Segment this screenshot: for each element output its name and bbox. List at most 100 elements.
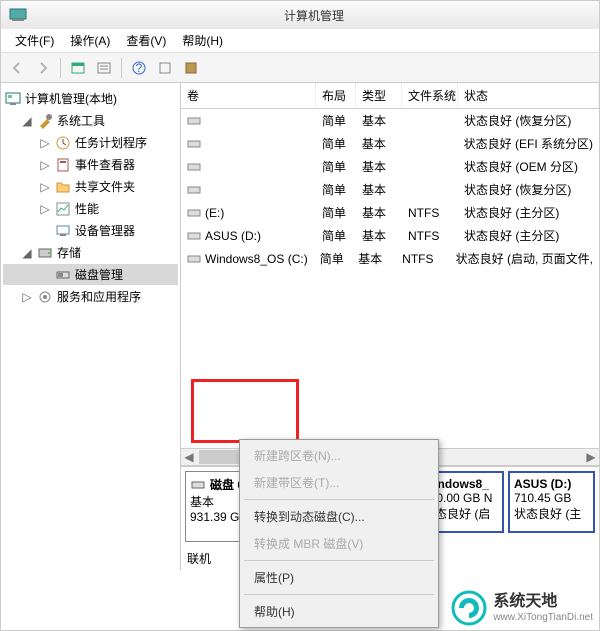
tree-devmgr[interactable]: 设备管理器 xyxy=(3,220,178,241)
tree-services[interactable]: ▷ 服务和应用程序 xyxy=(3,286,178,307)
scroll-left-icon[interactable]: ◀ xyxy=(181,449,197,465)
col-status[interactable]: 状态 xyxy=(458,83,599,108)
tree-storage[interactable]: ◢ 存储 xyxy=(3,242,178,263)
vol-layout: 简单 xyxy=(316,224,356,247)
separator xyxy=(244,560,434,561)
drive-icon xyxy=(187,114,201,128)
vol-name: (E:) xyxy=(205,206,224,220)
disk-icon xyxy=(55,267,71,283)
tree-shared-label: 共享文件夹 xyxy=(75,178,135,195)
tree-event[interactable]: ▷ 事件查看器 xyxy=(3,154,178,175)
tree-storage-label: 存储 xyxy=(57,244,81,261)
vol-layout: 简单 xyxy=(314,247,352,270)
menu-view[interactable]: 查看(V) xyxy=(120,30,172,51)
vol-layout: 简单 xyxy=(316,178,356,201)
folder-icon xyxy=(55,179,71,195)
drive-icon xyxy=(187,206,201,220)
event-icon xyxy=(55,157,71,173)
collapse-icon[interactable]: ▷ xyxy=(39,202,51,216)
vol-fs: NTFS xyxy=(396,247,449,270)
refresh-button[interactable] xyxy=(92,56,116,80)
drive-icon xyxy=(187,252,201,266)
collapse-icon[interactable]: ▷ xyxy=(39,136,51,150)
forward-button xyxy=(31,56,55,80)
toolbar: ? xyxy=(1,53,599,83)
separator xyxy=(121,58,122,78)
help-button[interactable]: ? xyxy=(127,56,151,80)
tree-systools[interactable]: ◢ 系统工具 xyxy=(3,110,178,131)
vol-status: 状态良好 (EFI 系统分区) xyxy=(458,132,599,155)
tree-event-label: 事件查看器 xyxy=(75,156,135,173)
expand-icon[interactable]: ◢ xyxy=(21,246,33,260)
col-layout[interactable]: 布局 xyxy=(316,83,356,108)
vol-layout: 简单 xyxy=(316,201,356,224)
back-button xyxy=(5,56,29,80)
disk-online: 联机 xyxy=(187,550,211,567)
tree-services-label: 服务和应用程序 xyxy=(57,288,141,305)
properties-button[interactable] xyxy=(179,56,203,80)
action-button[interactable] xyxy=(153,56,177,80)
vol-status: 状态良好 (主分区) xyxy=(458,201,599,224)
vol-layout: 简单 xyxy=(316,109,356,132)
collapse-icon[interactable]: ▷ xyxy=(39,158,51,172)
ctx-new-stripe: 新建带区卷(T)... xyxy=(240,469,438,496)
monitor-icon xyxy=(5,91,21,107)
volume-row[interactable]: (E:) 简单基本NTFS状态良好 (主分区) xyxy=(181,201,599,224)
partition-status: 状态良好 (主 xyxy=(514,507,581,521)
tree-perf[interactable]: ▷ 性能 xyxy=(3,198,178,219)
tree-diskmgmt[interactable]: 磁盘管理 xyxy=(3,264,178,285)
tree-root-label: 计算机管理(本地) xyxy=(25,90,117,107)
tree-devmgr-label: 设备管理器 xyxy=(75,222,135,239)
ctx-convert-dynamic[interactable]: 转换到动态磁盘(C)... xyxy=(240,503,438,530)
storage-icon xyxy=(37,245,53,261)
logo-icon xyxy=(451,590,487,626)
tools-icon xyxy=(37,113,53,129)
vol-type: 基本 xyxy=(356,224,402,247)
menu-file[interactable]: 文件(F) xyxy=(9,30,60,51)
vol-name: ASUS (D:) xyxy=(205,229,261,243)
drive-icon xyxy=(187,137,201,151)
svg-text:?: ? xyxy=(136,61,143,75)
vol-status: 状态良好 (启动, 页面文件, xyxy=(450,247,599,270)
volume-row[interactable]: 简单基本状态良好 (恢复分区) xyxy=(181,109,599,132)
tree-task[interactable]: ▷ 任务计划程序 xyxy=(3,132,178,153)
vol-fs xyxy=(402,109,458,132)
volume-row[interactable]: ASUS (D:)简单基本NTFS状态良好 (主分区) xyxy=(181,224,599,247)
tree-perf-label: 性能 xyxy=(75,200,99,217)
col-fs[interactable]: 文件系统 xyxy=(402,83,458,108)
ctx-convert-mbr: 转换成 MBR 磁盘(V) xyxy=(240,530,438,557)
view-button[interactable] xyxy=(66,56,90,80)
tree-root[interactable]: 计算机管理(本地) xyxy=(3,88,178,109)
vol-type: 基本 xyxy=(356,201,402,224)
col-type[interactable]: 类型 xyxy=(356,83,402,108)
vol-fs: NTFS xyxy=(402,201,458,224)
volume-row[interactable]: 简单基本状态良好 (EFI 系统分区) xyxy=(181,132,599,155)
context-menu: 新建跨区卷(N)... 新建带区卷(T)... 转换到动态磁盘(C)... 转换… xyxy=(239,439,439,628)
drive-icon xyxy=(187,183,201,197)
vol-fs: NTFS xyxy=(402,224,458,247)
col-volume[interactable]: 卷 xyxy=(181,83,316,108)
vol-type: 基本 xyxy=(356,109,402,132)
volume-row[interactable]: 简单基本状态良好 (OEM 分区) xyxy=(181,155,599,178)
volume-row[interactable]: Windows8_OS (C:)简单基本NTFS状态良好 (启动, 页面文件, xyxy=(181,247,599,270)
vol-layout: 简单 xyxy=(316,132,356,155)
drive-icon xyxy=(187,160,201,174)
ctx-help[interactable]: 帮助(H) xyxy=(240,598,438,625)
collapse-icon[interactable]: ▷ xyxy=(21,290,33,304)
collapse-icon[interactable]: ▷ xyxy=(39,180,51,194)
vol-fs xyxy=(402,132,458,155)
scroll-right-icon[interactable]: ▶ xyxy=(583,449,599,465)
tree-shared[interactable]: ▷ 共享文件夹 xyxy=(3,176,178,197)
menu-help[interactable]: 帮助(H) xyxy=(176,30,229,51)
volume-row[interactable]: 简单基本状态良好 (恢复分区) xyxy=(181,178,599,201)
vol-status: 状态良好 (恢复分区) xyxy=(458,178,599,201)
menu-action[interactable]: 操作(A) xyxy=(64,30,116,51)
ctx-new-span: 新建跨区卷(N)... xyxy=(240,442,438,469)
volume-header: 卷 布局 类型 文件系统 状态 xyxy=(181,83,599,109)
vol-type: 基本 xyxy=(352,247,396,270)
ctx-properties[interactable]: 属性(P) xyxy=(240,564,438,591)
clock-icon xyxy=(55,135,71,151)
disk-partition[interactable]: ASUS (D:)710.45 GB状态良好 (主 xyxy=(508,471,595,533)
drive-icon xyxy=(187,229,201,243)
expand-icon[interactable]: ◢ xyxy=(21,114,33,128)
